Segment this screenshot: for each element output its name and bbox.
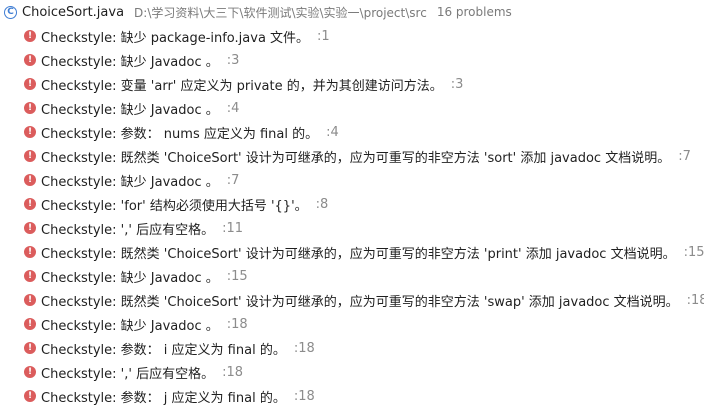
error-icon: ! <box>24 102 36 114</box>
line-ref: :8 <box>315 196 329 212</box>
problem-message: Checkstyle: ',' 后应有空格。 <box>41 366 215 382</box>
problem-row[interactable]: ! Checkstyle: 参数： i 应定义为 final 的。 :18 <box>0 336 704 360</box>
line-ref: :4 <box>226 100 240 116</box>
file-path: D:\学习资料\大三下\软件测试\实验\实验一\project\src <box>134 5 427 20</box>
error-icon: ! <box>24 342 36 354</box>
line-ref: :18 <box>222 364 244 380</box>
problem-message: Checkstyle: 参数： nums 应定义为 final 的。 <box>41 126 319 142</box>
problem-message: Checkstyle: 缺少 Javadoc 。 <box>41 102 219 118</box>
error-icon: ! <box>24 54 36 66</box>
line-ref: :3 <box>450 76 464 92</box>
problem-row[interactable]: ! Checkstyle: 既然类 'ChoiceSort' 设计为可继承的，应… <box>0 240 704 264</box>
error-icon: ! <box>24 174 36 186</box>
error-icon: ! <box>24 126 36 138</box>
file-name: ChoiceSort.java <box>22 4 125 20</box>
problem-row[interactable]: ! Checkstyle: 缺少 Javadoc 。 :4 <box>0 96 704 120</box>
problem-message: Checkstyle: 缺少 Javadoc 。 <box>41 174 219 190</box>
error-icon: ! <box>24 270 36 282</box>
error-icon: ! <box>24 246 36 258</box>
line-ref: :7 <box>226 172 240 188</box>
problem-message: Checkstyle: 'for' 结构必须使用大括号 '{}'。 <box>41 198 308 214</box>
problems-panel: C ChoiceSort.java D:\学习资料\大三下\软件测试\实验\实验… <box>0 0 704 408</box>
problem-message: Checkstyle: 变量 'arr' 应定义为 private 的，并为其创… <box>41 78 443 94</box>
error-icon: ! <box>24 318 36 330</box>
problem-row[interactable]: ! Checkstyle: 缺少 Javadoc 。 :7 <box>0 168 704 192</box>
file-node[interactable]: C ChoiceSort.java D:\学习资料\大三下\软件测试\实验\实验… <box>0 0 704 24</box>
problem-row[interactable]: ! Checkstyle: 缺少 Javadoc 。 :3 <box>0 48 704 72</box>
problem-count: 16 problems <box>436 5 512 19</box>
line-ref: :18 <box>686 292 704 308</box>
line-ref: :11 <box>222 220 244 236</box>
problem-message: Checkstyle: 既然类 'ChoiceSort' 设计为可继承的，应为可… <box>41 294 679 310</box>
problem-message: Checkstyle: 缺少 Javadoc 。 <box>41 318 219 334</box>
line-ref: :7 <box>678 148 691 164</box>
problem-message: Checkstyle: 既然类 'ChoiceSort' 设计为可继承的，应为可… <box>41 150 671 166</box>
error-icon: ! <box>24 294 36 306</box>
line-ref: :1 <box>317 28 330 44</box>
error-icon: ! <box>24 30 36 42</box>
error-icon: ! <box>24 198 36 210</box>
problem-row[interactable]: ! Checkstyle: 既然类 'ChoiceSort' 设计为可继承的，应… <box>0 144 704 168</box>
problem-row[interactable]: ! Checkstyle: 参数： nums 应定义为 final 的。 :4 <box>0 120 704 144</box>
problem-row[interactable]: ! Checkstyle: 'for' 结构必须使用大括号 '{}'。 :8 <box>0 192 704 216</box>
error-icon: ! <box>24 366 36 378</box>
problem-row[interactable]: ! Checkstyle: ',' 后应有空格。 :11 <box>0 216 704 240</box>
error-icon: ! <box>24 78 36 90</box>
problem-row[interactable]: ! Checkstyle: 变量 'arr' 应定义为 private 的，并为… <box>0 72 704 96</box>
problem-message: Checkstyle: 缺少 Javadoc 。 <box>41 270 219 286</box>
problem-row[interactable]: ! Checkstyle: ',' 后应有空格。 :18 <box>0 360 704 384</box>
line-ref: :18 <box>293 340 315 356</box>
line-ref: :3 <box>226 52 240 68</box>
line-ref: :15 <box>683 244 704 260</box>
line-ref: :18 <box>226 316 248 332</box>
class-icon: C <box>4 5 17 19</box>
problem-row[interactable]: ! Checkstyle: 缺少 package-info.java 文件。 :… <box>0 24 704 48</box>
error-icon: ! <box>24 222 36 234</box>
problem-row[interactable]: ! Checkstyle: 既然类 'ChoiceSort' 设计为可继承的，应… <box>0 288 704 312</box>
line-ref: :18 <box>293 388 315 404</box>
problem-row[interactable]: ! Checkstyle: 缺少 Javadoc 。 :18 <box>0 312 704 336</box>
line-ref: :15 <box>226 268 248 284</box>
problem-message: Checkstyle: ',' 后应有空格。 <box>41 222 215 238</box>
problem-row[interactable]: ! Checkstyle: 参数： j 应定义为 final 的。 :18 <box>0 384 704 408</box>
error-icon: ! <box>24 150 36 162</box>
problem-message: Checkstyle: 缺少 Javadoc 。 <box>41 54 219 70</box>
problem-message: Checkstyle: 缺少 package-info.java 文件。 <box>41 30 310 46</box>
problem-message: Checkstyle: 既然类 'ChoiceSort' 设计为可继承的，应为可… <box>41 246 676 262</box>
line-ref: :4 <box>326 124 339 140</box>
problem-row[interactable]: ! Checkstyle: 缺少 Javadoc 。 :15 <box>0 264 704 288</box>
problem-message: Checkstyle: 参数： i 应定义为 final 的。 <box>41 342 286 358</box>
error-icon: ! <box>24 390 36 402</box>
problem-message: Checkstyle: 参数： j 应定义为 final 的。 <box>41 390 286 406</box>
